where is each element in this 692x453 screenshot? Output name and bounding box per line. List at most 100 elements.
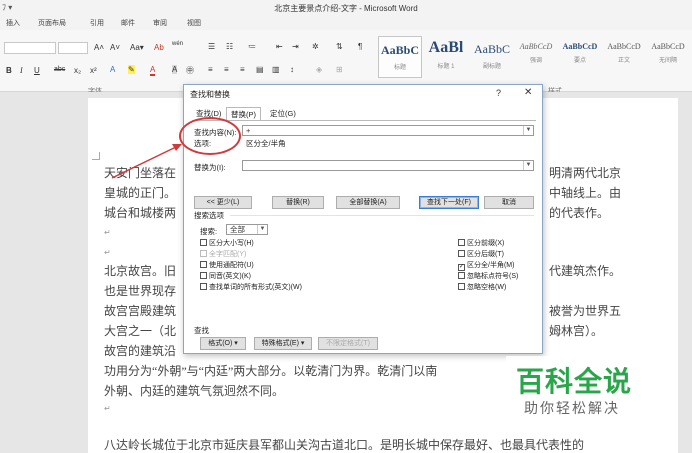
font-size-box[interactable] [58,42,88,54]
style-item[interactable]: AaBbC 标题 [378,36,422,78]
watermark-sub-text: 助你轻松解决 [524,401,620,417]
ignore-punctuation-checkbox[interactable]: 忽略标点符号(S) [458,271,518,281]
checkbox-box[interactable] [200,272,207,279]
close-icon[interactable]: ✕ [524,87,532,98]
align-left-icon[interactable]: ≡ [208,65,213,74]
phonetic-guide-button[interactable]: wén [172,41,183,47]
font-color-icon[interactable]: A [150,65,156,76]
superscript-button[interactable]: x² [90,66,97,75]
increase-indent-icon[interactable]: ⇥ [292,42,299,51]
tab-goto[interactable]: 定位(G) [266,107,300,121]
doc-line: 八达岭长城位于北京市延庆县军都山关沟古道北口。是明长城中保存最好、也最具代表性的 [104,438,585,452]
checkbox-box[interactable] [200,239,207,246]
enclose-char-icon[interactable]: ㊥ [186,65,194,76]
style-name: 副标题 [482,64,501,70]
tab-replace[interactable]: 替换(P) [226,107,261,121]
options-value: 区分全/半角 [246,139,286,148]
checkmark-icon[interactable]: ✓ [458,264,465,271]
text-effects-icon[interactable]: A [110,65,115,74]
bold-button[interactable]: B [6,66,12,75]
tab-insert[interactable]: 插入 [6,18,20,28]
window-title: 北京主要景点介绍-文字 - Microsoft Word [274,4,418,13]
cancel-button[interactable]: 取消 [484,196,534,209]
line-spacing-icon[interactable]: ↕ [290,65,294,74]
align-center-icon[interactable]: ≡ [224,65,229,74]
doc-line: 外朝、内廷的建筑气氛迥然不同。 [104,384,285,398]
tab-page-layout[interactable]: 页面布局 [38,18,66,28]
whole-word-checkbox[interactable]: 全字匹配(Y) [200,249,246,259]
distributed-icon[interactable]: ▥ [272,65,280,74]
chevron-down-icon[interactable]: ▼ [523,126,533,135]
shrink-font-button[interactable]: A˅ [110,43,120,52]
help-button[interactable]: ? [496,88,501,98]
underline-button[interactable]: U [34,66,40,75]
find-next-button[interactable]: 查找下一处(F) [419,196,479,209]
match-width-checkbox[interactable]: ✓ 区分全/半角(M) [458,260,514,271]
style-item[interactable]: AaBbCcD 强调 [514,36,558,78]
checkbox-label: 使用通配符(U) [209,262,254,269]
highlight-icon[interactable]: ✎ [128,65,135,74]
checkbox-box[interactable] [200,283,207,290]
font-name-box[interactable] [4,42,56,54]
italic-button[interactable]: I [20,66,23,75]
strikethrough-button[interactable]: abc [54,66,65,73]
tab-review[interactable]: 审阅 [153,18,167,28]
style-item[interactable]: AaBl 标题 1 [424,36,468,78]
show-marks-icon[interactable]: ¶ [358,42,362,51]
clear-format-button[interactable]: Ab [154,43,164,52]
checkbox-box[interactable] [458,272,465,279]
subscript-button[interactable]: x₂ [74,66,81,75]
annotation-circle [179,117,241,155]
replace-input[interactable]: ▼ [242,160,534,171]
no-formatting-button[interactable]: 不限定格式(T) [318,337,378,350]
style-item[interactable]: AaBbC 副标题 [470,36,514,78]
wildcards-checkbox[interactable]: 使用通配符(U) [200,260,254,270]
numbering-icon[interactable]: ☷ [226,42,233,51]
justify-icon[interactable]: ▤ [256,65,264,74]
replace-all-button[interactable]: 全部替换(A) [336,196,400,209]
shading-icon[interactable]: ◈ [316,65,322,74]
change-case-button[interactable]: Aa▾ [130,43,144,52]
search-scope-value: 全部 [230,225,245,234]
style-item[interactable]: AaBbCcD 无间隔 [646,36,690,78]
match-prefix-checkbox[interactable]: 区分前缀(X) [458,238,504,248]
doc-line: 皇城的正门。 [104,186,177,200]
format-button[interactable]: 格式(O) ▾ [200,337,246,350]
checkbox-box[interactable] [200,250,207,257]
checkbox-box[interactable] [458,250,465,257]
all-word-forms-checkbox[interactable]: 查找单词的所有形式(英文)(W) [200,282,302,292]
doc-line: 也是世界现存 [104,284,177,298]
special-format-button[interactable]: 特殊格式(E) ▾ [254,337,312,350]
margin-corner-mark [92,152,100,160]
checkbox-box[interactable] [200,261,207,268]
chevron-down-icon[interactable]: ▼ [523,161,533,170]
checkbox-label: 忽略标点符号(S) [467,273,519,280]
checkbox-box[interactable] [458,239,465,246]
multilevel-list-icon[interactable]: ≔ [248,42,256,51]
tab-mailings[interactable]: 邮件 [121,18,135,28]
style-item[interactable]: AaBbCcD 要点 [558,36,602,78]
borders-icon[interactable]: ⊞ [336,65,343,74]
find-input[interactable]: + ▼ [242,125,534,136]
search-scope-select[interactable]: 全部 ▼ [226,224,268,235]
tab-references[interactable]: 引用 [90,18,104,28]
chinese-layout-icon[interactable]: ✲ [312,42,319,51]
tab-view[interactable]: 视图 [187,18,201,28]
sounds-like-checkbox[interactable]: 同音(英文)(K) [200,271,251,281]
align-right-icon[interactable]: ≡ [240,65,245,74]
match-suffix-checkbox[interactable]: 区分后缀(T) [458,249,504,259]
doc-line: 大宫之一（北 [104,324,177,338]
less-button[interactable]: << 更少(L) [194,196,252,209]
checkbox-box[interactable] [458,283,465,290]
decrease-indent-icon[interactable]: ⇤ [276,42,283,51]
bullets-icon[interactable]: ☰ [208,42,215,51]
char-shading-icon[interactable]: A [172,65,178,74]
dialog-title: 查找和替换 [190,90,230,99]
ignore-whitespace-checkbox[interactable]: 忽略空格(W) [458,282,506,292]
chevron-down-icon[interactable]: ▼ [257,225,267,234]
replace-button[interactable]: 替换(R) [272,196,324,209]
grow-font-button[interactable]: A˄ [94,43,104,52]
sort-icon[interactable]: ⇅ [336,42,343,51]
style-item[interactable]: AaBbCcD 正文 [602,36,646,78]
match-case-checkbox[interactable]: 区分大小写(H) [200,238,254,248]
